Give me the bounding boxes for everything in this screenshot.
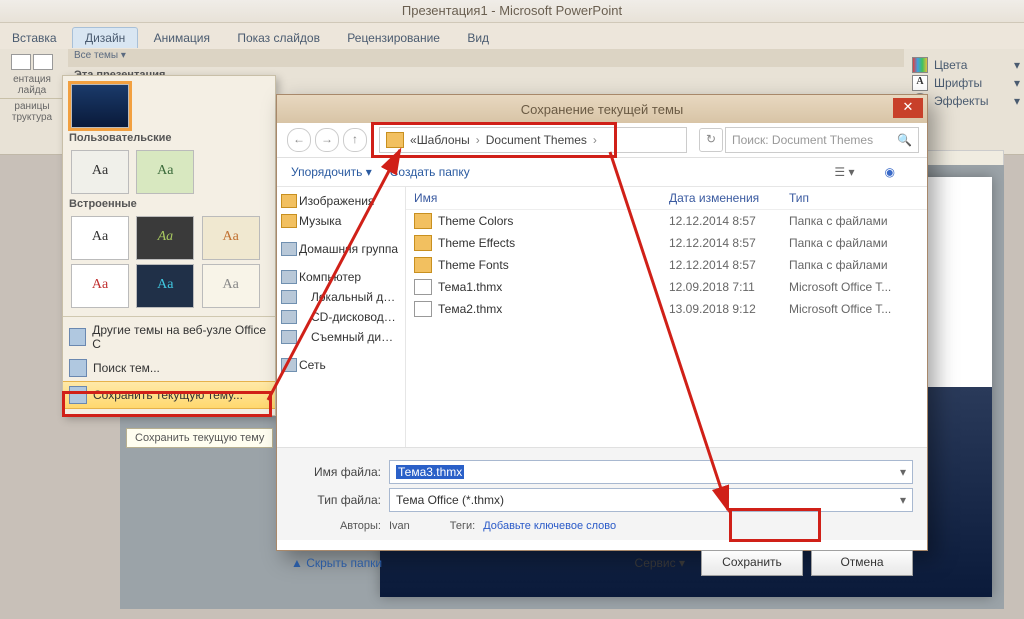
tab-slideshow[interactable]: Показ слайдов (225, 28, 332, 48)
menu-browse-themes[interactable]: Поиск тем... (63, 355, 275, 381)
theme-gallery-dropdown: Пользовательские Aa Aa Встроенные Aa Aa … (62, 75, 276, 416)
folder-icon (386, 132, 404, 148)
tab-design[interactable]: Дизайн (72, 27, 138, 48)
app-titlebar: Презентация1 - Microsoft PowerPoint (0, 0, 1024, 23)
menu-more-themes[interactable]: Другие темы на веб-узле Office C (63, 319, 275, 355)
tree-pictures[interactable]: Изображения (277, 191, 405, 211)
filetype-select[interactable]: Тема Office (*.thmx)▾ (389, 488, 913, 512)
tab-animation[interactable]: Анимация (142, 28, 222, 48)
theme-thumb-user-1[interactable]: Aa (71, 150, 129, 194)
save-theme-dialog: Сохранение текущей темы ✕ ← → ↑ « Шаблон… (276, 94, 928, 551)
ribbon-orientation-group: ентациялайда раницытруктура (0, 49, 64, 158)
tree-music[interactable]: Музыка (277, 211, 405, 231)
filename-input[interactable]: Тема3.thmx▾ (389, 460, 913, 484)
theme-thumb-builtin-6[interactable]: Aa (202, 264, 260, 308)
save-button[interactable]: Сохранить (701, 550, 803, 576)
tags-label: Теги: (450, 520, 483, 532)
ribbon-tabs: Вставка Дизайн Анимация Показ слайдов Ре… (0, 23, 1024, 49)
filetype-label: Тип файла: (291, 493, 389, 507)
view-options-button[interactable]: ☰ ▾ (834, 165, 854, 179)
nav-back-button[interactable]: ← (287, 128, 311, 152)
theme-thumb-builtin-2[interactable]: Aa (136, 216, 194, 260)
file-row[interactable]: Theme Effects12.12.2014 8:57Папка с файл… (406, 232, 927, 254)
theme-thumb-user-2[interactable]: Aa (136, 150, 194, 194)
menu-save-current-theme[interactable]: Сохранить текущую тему... (63, 381, 275, 409)
tooltip-save-theme: Сохранить текущую тему (126, 428, 273, 448)
theme-fonts-button[interactable]: AШрифты▾ (912, 75, 1020, 91)
organize-button[interactable]: Упорядочить ▾ (291, 165, 372, 179)
dialog-title: Сохранение текущей темы ✕ (277, 95, 927, 123)
theme-colors-button[interactable]: Цвета▾ (912, 57, 1020, 73)
nav-refresh-button[interactable]: ↻ (699, 128, 723, 152)
tree-local-disk[interactable]: Локальный диск (277, 287, 405, 307)
file-row[interactable]: Theme Colors12.12.2014 8:57Папка с файла… (406, 210, 927, 232)
tools-button[interactable]: Сервис ▾ (635, 556, 685, 570)
filename-label: Имя файла: (291, 465, 389, 479)
help-button[interactable]: ◉ (885, 165, 895, 179)
file-list[interactable]: ИмяДата измененияТип Theme Colors12.12.2… (406, 187, 927, 447)
search-input[interactable]: Поиск: Document Themes🔍 (725, 127, 919, 153)
hide-folders-toggle[interactable]: ▲ Скрыть папки (291, 556, 382, 570)
file-row[interactable]: Тема2.thmx13.09.2018 9:12Microsoft Offic… (406, 298, 927, 320)
nav-forward-button[interactable]: → (315, 128, 339, 152)
file-list-header[interactable]: ИмяДата измененияТип (406, 187, 927, 210)
theme-thumb-builtin-1[interactable]: Aa (71, 216, 129, 260)
authors-label: Авторы: (291, 520, 389, 532)
theme-thumb-builtin-4[interactable]: Aa (71, 264, 129, 308)
tree-computer[interactable]: Компьютер (277, 267, 405, 287)
breadcrumb[interactable]: « Шаблоны› Document Themes› (379, 127, 687, 153)
tree-removable[interactable]: Съемный диск ( (277, 327, 405, 347)
gallery-section-builtin: Встроенные (69, 198, 269, 210)
gallery-section-user: Пользовательские (69, 132, 269, 144)
themes-dropdown-header[interactable]: Все темы ▾ (68, 49, 904, 67)
dialog-close-button[interactable]: ✕ (893, 98, 923, 118)
nav-up-button[interactable]: ↑ (343, 128, 367, 152)
tab-view[interactable]: Вид (455, 28, 501, 48)
dialog-nav-bar: ← → ↑ « Шаблоны› Document Themes› ↻ Поис… (277, 123, 927, 158)
authors-value[interactable]: Ivan (389, 520, 410, 532)
dialog-form: Имя файла: Тема3.thmx▾ Тип файла: Тема O… (277, 447, 927, 540)
file-row[interactable]: Theme Fonts12.12.2014 8:57Папка с файлам… (406, 254, 927, 276)
dialog-toolbar: Упорядочить ▾ Создать папку ☰ ▾ ◉ (277, 158, 927, 187)
search-icon: 🔍 (897, 133, 912, 147)
tree-cd-drive[interactable]: CD-дисковод (D: (277, 307, 405, 327)
cancel-button[interactable]: Отмена (811, 550, 913, 576)
tree-homegroup[interactable]: Домашняя группа (277, 239, 405, 259)
theme-thumb-current[interactable] (71, 84, 129, 128)
tags-add-link[interactable]: Добавьте ключевое слово (483, 520, 616, 532)
tree-network[interactable]: Сеть (277, 355, 405, 375)
tab-review[interactable]: Рецензирование (335, 28, 452, 48)
theme-thumb-builtin-5[interactable]: Aa (136, 264, 194, 308)
theme-thumb-builtin-3[interactable]: Aa (202, 216, 260, 260)
tab-insert[interactable]: Вставка (0, 28, 69, 48)
folder-tree[interactable]: Изображения Музыка Домашняя группа Компь… (277, 187, 406, 447)
theme-effects-button[interactable]: Эффекты▾ (912, 93, 1020, 109)
file-row[interactable]: Тема1.thmx12.09.2018 7:11Microsoft Offic… (406, 276, 927, 298)
new-folder-button[interactable]: Создать папку (390, 165, 470, 179)
